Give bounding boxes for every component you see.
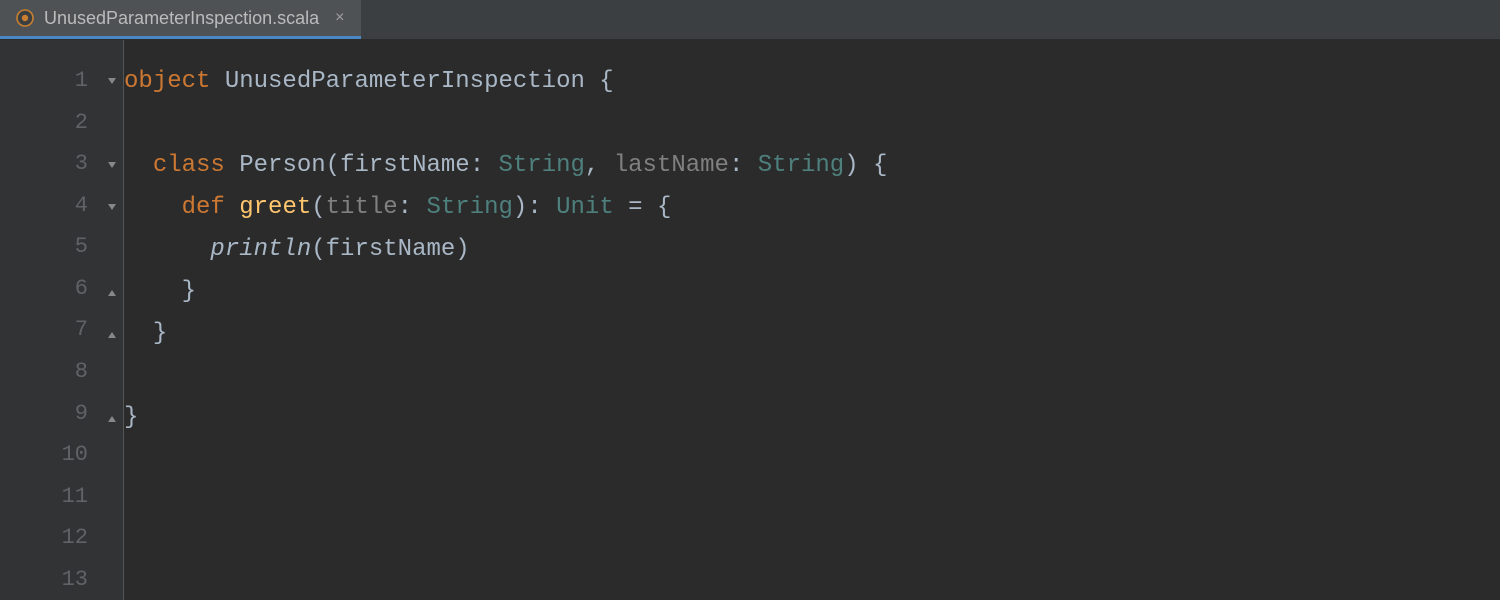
code-area[interactable]: object UnusedParameterInspection { class… <box>124 40 1500 600</box>
line-number: 3 <box>75 151 88 176</box>
line-number: 1 <box>75 68 88 93</box>
tab-bar: UnusedParameterInspection.scala × <box>0 0 1500 40</box>
code-line <box>124 564 1500 600</box>
line-number-gutter: 1 2 3 4 5 6 7 8 9 10 11 12 13 <box>0 40 100 600</box>
line-number: 4 <box>75 193 88 218</box>
line-number: 10 <box>62 442 88 467</box>
line-number: 5 <box>75 234 88 259</box>
code-line: } <box>124 270 1500 312</box>
code-line <box>124 354 1500 396</box>
fold-close-icon[interactable] <box>106 411 118 423</box>
code-line: } <box>124 396 1500 438</box>
code-line <box>124 438 1500 480</box>
line-number: 6 <box>75 276 88 301</box>
close-icon[interactable]: × <box>335 9 344 27</box>
fold-open-icon[interactable] <box>106 201 118 213</box>
line-number: 8 <box>75 359 88 384</box>
line-number: 11 <box>62 484 88 509</box>
code-line: def greet(title: String): Unit = { <box>124 186 1500 228</box>
editor-tab[interactable]: UnusedParameterInspection.scala × <box>0 0 361 39</box>
fold-open-icon[interactable] <box>106 75 118 87</box>
fold-strip <box>100 40 124 600</box>
code-line <box>124 522 1500 564</box>
code-line <box>124 102 1500 144</box>
fold-close-icon[interactable] <box>106 327 118 339</box>
tab-filename: UnusedParameterInspection.scala <box>44 8 319 29</box>
code-line: object UnusedParameterInspection { <box>124 60 1500 102</box>
line-number: 12 <box>62 525 88 550</box>
line-number: 2 <box>75 110 88 135</box>
scala-file-icon <box>16 9 34 27</box>
editor-area: 1 2 3 4 5 6 7 8 9 10 11 12 13 object Unu… <box>0 40 1500 600</box>
code-line: class Person(firstName: String, lastName… <box>124 144 1500 186</box>
code-line: } <box>124 312 1500 354</box>
fold-close-icon[interactable] <box>106 285 118 297</box>
fold-open-icon[interactable] <box>106 159 118 171</box>
code-line: println(firstName) <box>124 228 1500 270</box>
line-number: 7 <box>75 317 88 342</box>
line-number: 13 <box>62 567 88 592</box>
line-number: 9 <box>75 401 88 426</box>
code-line <box>124 480 1500 522</box>
